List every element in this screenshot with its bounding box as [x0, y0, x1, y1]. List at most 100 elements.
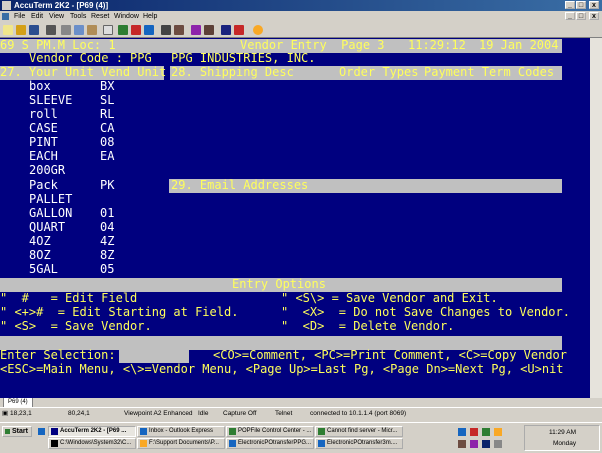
- unit-name: QUART: [29, 220, 66, 234]
- idle-status: Idle: [198, 410, 209, 417]
- print-icon[interactable]: [46, 25, 56, 35]
- record-icon[interactable]: [131, 25, 141, 35]
- windows-logo-icon: [5, 429, 10, 434]
- close-button[interactable]: x: [589, 1, 599, 9]
- units-header: 27. Your Unit Vend Unit: [0, 65, 167, 79]
- option-no-save: " <X> = Do not Save Changes to Vendor.: [281, 305, 570, 319]
- start-button[interactable]: Start: [2, 426, 32, 437]
- vendor-code-label: Vendor Code :: [29, 51, 123, 65]
- select-all-icon[interactable]: [103, 25, 113, 35]
- cut-icon[interactable]: [61, 25, 71, 35]
- email-header: 29. Email Addresses: [171, 178, 309, 192]
- doc-icon: [2, 13, 9, 20]
- display-icon[interactable]: [482, 440, 490, 448]
- task-support-docs[interactable]: F:\Support Documents\P...: [137, 438, 225, 449]
- task-outlook[interactable]: Inbox - Outlook Express: [137, 426, 225, 437]
- vend-unit: CA: [100, 121, 115, 135]
- menu-view[interactable]: View: [49, 11, 64, 22]
- script-icon[interactable]: [204, 25, 214, 35]
- unit-name: PINT: [29, 135, 58, 149]
- doc-minimize-button[interactable]: _: [565, 12, 575, 20]
- vend-unit: RL: [100, 107, 115, 121]
- payment-terms-header: Payment Term Codes: [424, 65, 555, 79]
- task-label: F:\Support Documents\P...: [149, 440, 219, 446]
- doc-restore-button[interactable]: □: [576, 12, 586, 20]
- menu-tools[interactable]: Tools: [70, 11, 86, 22]
- macro-icon[interactable]: [191, 25, 201, 35]
- volume-icon[interactable]: [494, 428, 502, 436]
- open-icon[interactable]: [16, 25, 26, 35]
- task-label: ElectronicPOtransferPPG...: [238, 440, 312, 446]
- outlook-icon: [140, 428, 147, 435]
- command-line-1: <CO>=Comment, <PC>=Print Comment, <C>=Co…: [213, 348, 568, 362]
- menu-file[interactable]: File: [14, 11, 25, 22]
- option-edit-start: " <+># = Edit Starting at Field.: [0, 305, 239, 319]
- document-icon: [229, 440, 236, 447]
- vend-unit: BX: [100, 79, 115, 93]
- file-transfer-icon[interactable]: [221, 25, 231, 35]
- settings-icon[interactable]: [161, 25, 171, 35]
- emulation-type: Viewpoint A2 Enhanced: [124, 410, 193, 417]
- system-tray: 11:29 AM Monday: [524, 425, 600, 451]
- vend-unit: 01: [100, 206, 115, 220]
- accuterm-icon: [51, 428, 58, 435]
- keyboard-icon[interactable]: [174, 25, 184, 35]
- task-accuterm[interactable]: AccuTerm 2K2 - [P69 ...: [48, 426, 136, 437]
- paste-icon[interactable]: [87, 25, 97, 35]
- maximize-button[interactable]: □: [576, 1, 586, 9]
- toolbar: [0, 22, 602, 38]
- clock-icon[interactable]: [494, 440, 502, 448]
- status-bar: ▣ 18,23,1 80,24,1 Viewpoint A2 Enhanced …: [0, 407, 602, 420]
- browser-icon: [318, 428, 325, 435]
- help-icon[interactable]: [253, 25, 263, 35]
- task-eptransfer-ppg[interactable]: ElectronicPOtransferPPG...: [226, 438, 314, 449]
- disconnect-icon[interactable]: [234, 25, 244, 35]
- document-icon: [318, 440, 325, 447]
- browser-icon[interactable]: [38, 428, 45, 435]
- capture-icon[interactable]: [118, 25, 128, 35]
- antivirus-icon[interactable]: [470, 428, 478, 436]
- app-icon: [2, 1, 11, 10]
- task-cmd[interactable]: C:\Windows\System32\C...: [48, 438, 136, 449]
- minimize-button[interactable]: _: [565, 1, 575, 9]
- copy-icon[interactable]: [74, 25, 84, 35]
- save-icon[interactable]: [29, 25, 39, 35]
- header-date: 19 Jan 2004: [479, 38, 559, 52]
- task-eptransfer-3m[interactable]: ElectronicPOtransfer3m....: [315, 438, 403, 449]
- terminal-screen[interactable]: 69 S PM.M Loc: 1 Vendor Entry Page 3 11:…: [0, 38, 590, 401]
- messenger-icon[interactable]: [470, 440, 478, 448]
- task-label: C:\Windows\System32\C...: [60, 440, 132, 446]
- menu-help[interactable]: Help: [143, 11, 157, 22]
- task-label: Cannot find server - Micr...: [327, 428, 398, 434]
- vertical-scrollbar[interactable]: [590, 38, 602, 401]
- send-icon[interactable]: [144, 25, 154, 35]
- doc-close-button[interactable]: x: [589, 12, 599, 20]
- order-types-header: Order Types: [339, 65, 419, 79]
- capture-status: Capture Off: [223, 410, 257, 417]
- task-cannot-find[interactable]: Cannot find server - Micr...: [315, 426, 403, 437]
- header-time: 11:29:12: [408, 38, 466, 52]
- protocol: Telnet: [275, 410, 293, 417]
- new-icon[interactable]: [3, 25, 13, 35]
- task-popfile[interactable]: POPFile Control Center - ...: [226, 426, 314, 437]
- unit-name: roll: [29, 107, 58, 121]
- menu-reset[interactable]: Reset: [91, 11, 109, 22]
- network-icon[interactable]: [458, 428, 466, 436]
- taskbar: Start AccuTerm 2K2 - [P69 ... Inbox - Ou…: [0, 422, 602, 453]
- unit-name: SLEEVE: [29, 93, 73, 107]
- menu-edit[interactable]: Edit: [31, 11, 43, 22]
- vend-unit: PK: [100, 178, 115, 192]
- task-label: AccuTerm 2K2 - [P69 ...: [60, 428, 127, 434]
- console-icon: [51, 440, 58, 447]
- unit-name: 8OZ: [29, 248, 51, 262]
- option-delete-vendor: " <D> = Delete Vendor.: [281, 319, 455, 333]
- tray-icons: [458, 426, 522, 450]
- option-save-vendor: " <S> = Save Vendor.: [0, 319, 152, 333]
- task-label: Inbox - Outlook Express: [149, 428, 214, 434]
- unit-name: PALLET: [29, 192, 73, 206]
- printer-icon[interactable]: [458, 440, 466, 448]
- menu-window[interactable]: Window: [114, 11, 139, 22]
- clock-time[interactable]: 11:29 AM: [549, 429, 576, 436]
- shield-icon[interactable]: [482, 428, 490, 436]
- selection-input[interactable]: [119, 349, 189, 363]
